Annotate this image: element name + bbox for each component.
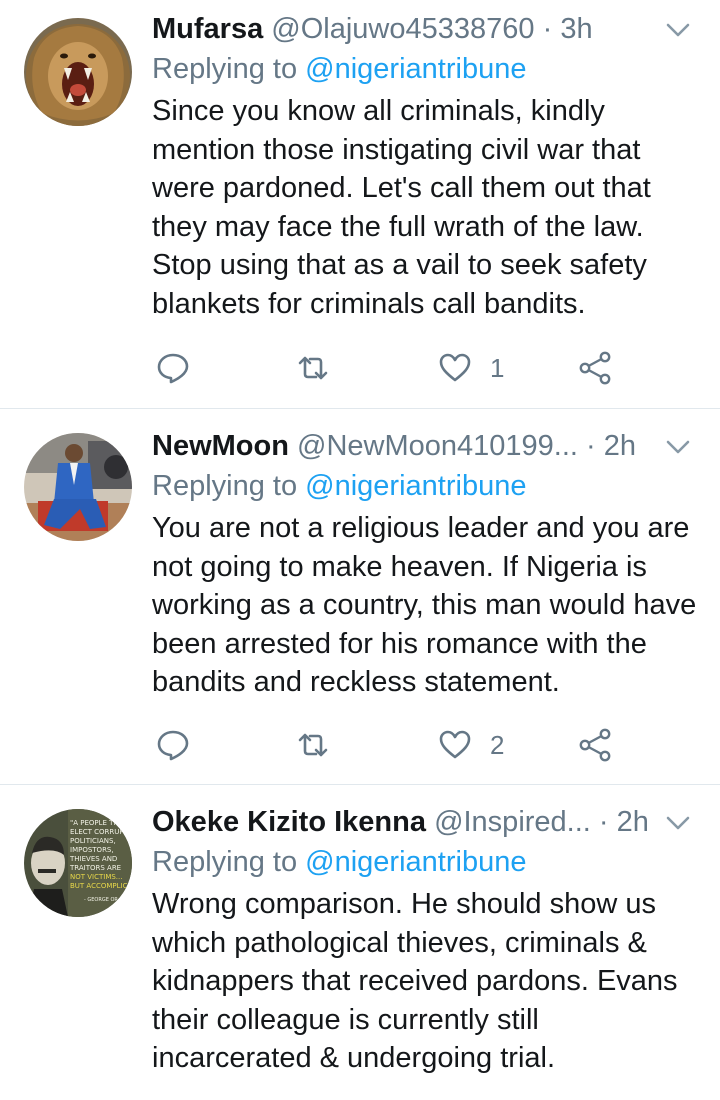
avatar-quote-line: POLITICIANS, [70,837,116,845]
replying-to-line: Replying to @nigeriantribune [152,50,700,88]
separator-dot: · [598,806,609,838]
mention-link[interactable]: @nigeriantribune [305,846,526,878]
like-count: 2 [490,729,505,760]
separator-dot: · [542,13,553,45]
display-name[interactable]: Mufarsa [152,13,263,45]
timestamp[interactable]: 3h [560,13,592,45]
share-button[interactable] [578,725,612,765]
replying-to-label: Replying to [152,470,298,502]
retweet-icon [298,356,328,380]
avatar-quote-line: "A PEOPLE THAT [70,819,128,827]
reply-button[interactable] [156,348,190,388]
quote-poster-avatar-icon: "A PEOPLE THAT ELECT CORRUPT POLITICIANS… [24,809,132,917]
chevron-down-icon[interactable] [664,433,692,461]
display-name[interactable]: NewMoon [152,430,289,462]
replying-to-label: Replying to [152,53,298,85]
mention-link[interactable]: @nigeriantribune [305,53,526,85]
avatar-quote-line: NOT VICTIMS... [70,873,123,881]
share-icon [579,351,611,385]
separator-dot: · [586,430,596,462]
lion-avatar-icon [24,18,132,126]
user-handle[interactable]: @NewMoon410199... [297,430,578,462]
tweet-text: Wrong comparison. He should show us whic… [152,888,678,1075]
share-button[interactable] [578,348,612,388]
action-bar: 2 [152,725,622,765]
reply-icon [157,730,189,761]
tweet-header: Mufarsa @Olajuwo45338760 · 3h [152,10,700,48]
tweet[interactable]: NewMoon @NewMoon410199... · 2h Replying … [0,409,720,785]
mention-link[interactable]: @nigeriantribune [305,470,526,502]
user-avatar[interactable] [24,433,132,541]
retweet-icon [298,733,328,757]
retweet-button[interactable] [296,348,330,388]
reply-icon [157,353,189,384]
timestamp[interactable]: 2h [617,806,649,838]
like-count: 1 [490,352,505,383]
replying-to-line: Replying to @nigeriantribune [152,467,700,505]
user-handle[interactable]: @Inspired... [434,806,591,838]
avatar-quote-line: THIEVES AND [69,855,117,863]
chevron-down-icon[interactable] [664,16,692,44]
avatar-quote-line: ELECT CORRUPT [70,828,129,836]
tweet-header: NewMoon @NewMoon410199... · 2h [152,427,700,465]
avatar-quote-line: IMPOSTORS, [70,846,114,854]
avatar-quote-line: - GEORGE OR [84,897,118,903]
tweet-text: Since you know all criminals, kindly men… [152,95,651,320]
user-avatar[interactable] [24,18,132,126]
user-avatar[interactable]: "A PEOPLE THAT ELECT CORRUPT POLITICIANS… [24,809,132,917]
tweet[interactable]: "A PEOPLE THAT ELECT CORRUPT POLITICIANS… [0,785,720,1100]
display-name[interactable]: Okeke Kizito Ikenna [152,806,426,838]
heart-icon [439,730,471,759]
chevron-down-icon[interactable] [664,809,692,837]
replying-to-line: Replying to @nigeriantribune [152,843,700,881]
like-button[interactable]: 1 [438,348,504,388]
like-button[interactable]: 2 [438,725,504,765]
avatar-quote-line: TRAITORS ARE [69,864,121,872]
user-handle[interactable]: @Olajuwo45338760 [271,13,534,45]
retweet-button[interactable] [296,725,330,765]
man-in-blue-suit-avatar-icon [24,433,132,541]
reply-button[interactable] [156,725,190,765]
tweet-text: You are not a religious leader and you a… [152,512,697,699]
replying-to-label: Replying to [152,846,298,878]
timestamp[interactable]: 2h [604,430,636,462]
action-bar: 1 [152,348,622,388]
tweet-header: Okeke Kizito Ikenna @Inspired... · 2h [152,803,700,841]
heart-icon [439,353,471,382]
tweet[interactable]: Mufarsa @Olajuwo45338760 · 3h Replying t… [0,0,720,409]
share-icon [579,728,611,762]
avatar-quote-line: BUT ACCOMPLICES" [70,882,132,890]
